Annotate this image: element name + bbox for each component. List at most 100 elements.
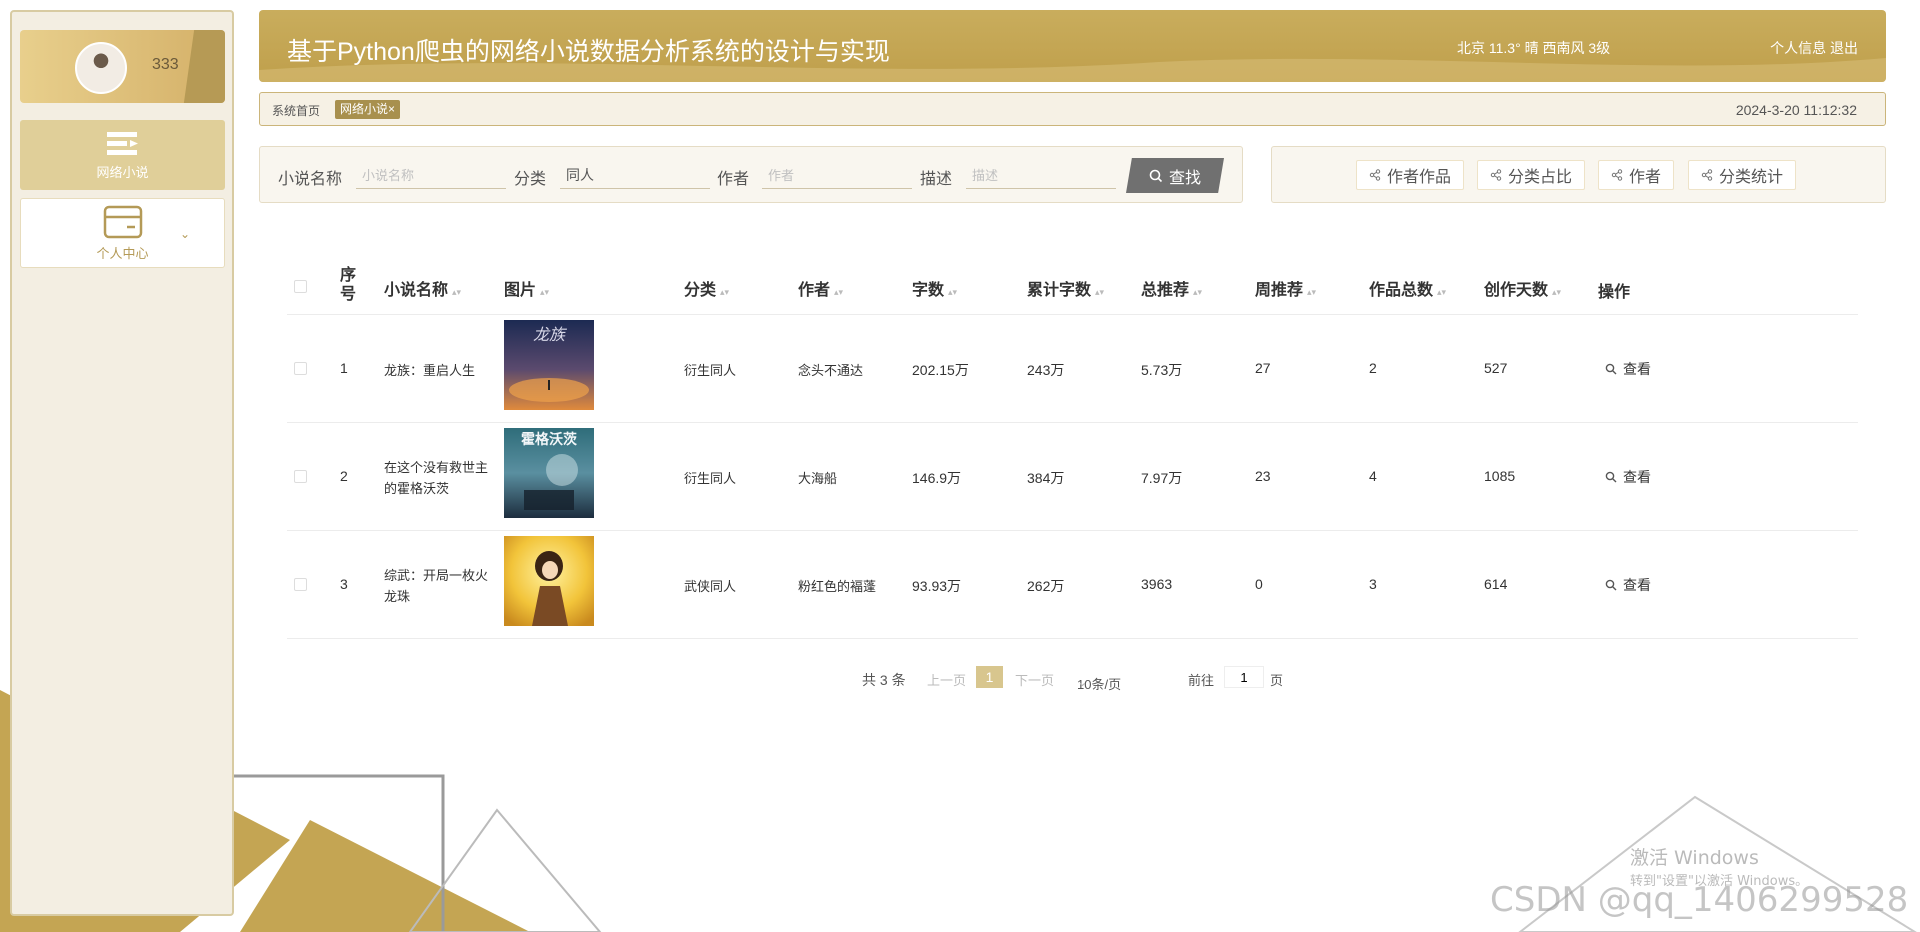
sort-icon[interactable]: ▴▾ bbox=[834, 287, 843, 297]
current-datetime: 2024-3-20 11:12:32 bbox=[1735, 102, 1857, 118]
name-label: 小说名称 bbox=[278, 171, 343, 188]
cell-total-rec: 7.97万 bbox=[1141, 470, 1183, 486]
cell-words: 93.93万 bbox=[912, 578, 962, 594]
category-input[interactable] bbox=[560, 161, 710, 189]
page-suffix: 页 bbox=[1270, 673, 1284, 688]
book-cover-image[interactable]: 霍格沃茨 bbox=[504, 428, 594, 518]
sort-icon[interactable]: ▴▾ bbox=[720, 287, 729, 297]
col-action: 操作 bbox=[1598, 284, 1631, 301]
col-total-words[interactable]: 累计字数 ▴▾ bbox=[1027, 276, 1104, 300]
search-icon bbox=[1605, 471, 1617, 483]
goto-label: 前往 bbox=[1188, 673, 1215, 688]
author-works-button[interactable]: 作者作品 bbox=[1356, 160, 1465, 190]
author-input[interactable] bbox=[762, 161, 912, 189]
desc-label: 描述 bbox=[920, 171, 953, 188]
col-words[interactable]: 字数 ▴▾ bbox=[912, 276, 957, 300]
user-card[interactable]: 333 bbox=[20, 30, 225, 103]
book-cover-image[interactable] bbox=[504, 536, 594, 626]
chevron-down-icon: ⌄ bbox=[1077, 674, 1088, 689]
sort-icon[interactable]: ▴▾ bbox=[540, 287, 549, 297]
cover-title: 龙族 bbox=[533, 325, 568, 344]
category-stats-button[interactable]: 分类统计 bbox=[1688, 160, 1797, 190]
search-panel: 小说名称 分类 作者 描述 查找 bbox=[259, 146, 1243, 203]
cell-days: 1085 bbox=[1484, 468, 1516, 484]
col-total-rec[interactable]: 总推荐 ▴▾ bbox=[1141, 276, 1202, 300]
sort-icon[interactable]: ▴▾ bbox=[1193, 287, 1202, 297]
sidebar-item-label: 个人中心 bbox=[96, 245, 149, 261]
col-days[interactable]: 创作天数 ▴▾ bbox=[1484, 276, 1561, 300]
search-button[interactable]: 查找 bbox=[1126, 158, 1224, 193]
chevron-down-icon[interactable]: ⌄ bbox=[180, 227, 190, 241]
prev-page-button[interactable]: 上一页 bbox=[927, 670, 966, 689]
cell-total-words: 262万 bbox=[1027, 578, 1065, 594]
col-category-label: 分类 bbox=[684, 282, 717, 299]
name-input[interactable] bbox=[356, 161, 506, 189]
sort-icon[interactable]: ▴▾ bbox=[948, 287, 957, 297]
cell-total-words: 243万 bbox=[1027, 362, 1065, 378]
cell-total-rec: 3963 bbox=[1141, 576, 1173, 592]
book-cover-image[interactable]: 龙族 bbox=[504, 320, 594, 410]
current-page[interactable]: 1 bbox=[976, 666, 1003, 688]
cell-days: 527 bbox=[1484, 360, 1508, 376]
col-image[interactable]: 图片 ▴▾ bbox=[504, 276, 549, 300]
view-button-label: 查看 bbox=[1623, 361, 1651, 377]
tab-novels[interactable]: 网络小说× bbox=[335, 100, 401, 119]
view-button-label: 查看 bbox=[1623, 469, 1651, 485]
avatar[interactable] bbox=[75, 42, 127, 94]
app-title: 基于Python爬虫的网络小说数据分析系统的设计与实现 bbox=[287, 38, 890, 66]
cell-total-words: 384万 bbox=[1027, 470, 1065, 486]
col-name[interactable]: 小说名称 ▴▾ bbox=[384, 276, 461, 300]
col-category[interactable]: 分类 ▴▾ bbox=[684, 276, 729, 300]
sort-icon[interactable]: ▴▾ bbox=[1437, 287, 1446, 297]
cell-name: 综武：开局一枚火龙珠 bbox=[384, 568, 489, 604]
goto-page-input[interactable] bbox=[1224, 666, 1264, 688]
cell-days: 614 bbox=[1484, 576, 1508, 592]
cell-author: 念头不通达 bbox=[798, 363, 864, 378]
col-author[interactable]: 作者 ▴▾ bbox=[798, 276, 843, 300]
col-week-rec[interactable]: 周推荐 ▴▾ bbox=[1255, 276, 1316, 300]
row-checkbox[interactable] bbox=[294, 362, 307, 375]
header: 基于Python爬虫的网络小说数据分析系统的设计与实现 北京 11.3° 晴 西… bbox=[259, 10, 1886, 82]
search-icon bbox=[1605, 363, 1617, 375]
view-button[interactable]: 查看 bbox=[1605, 575, 1651, 595]
category-label: 分类 bbox=[514, 171, 547, 188]
desc-input[interactable] bbox=[966, 161, 1116, 189]
cell-category: 武侠同人 bbox=[684, 579, 737, 594]
sort-icon[interactable]: ▴▾ bbox=[1095, 287, 1104, 297]
view-button[interactable]: 查看 bbox=[1605, 467, 1651, 487]
category-ratio-button[interactable]: 分类占比 bbox=[1477, 160, 1586, 190]
cell-index: 1 bbox=[340, 360, 348, 376]
row-checkbox[interactable] bbox=[294, 470, 307, 483]
author-label: 作者 bbox=[717, 171, 750, 188]
sidebar-item-personal-center[interactable]: 个人中心 ⌄ bbox=[20, 198, 225, 268]
table-row: 3 综武：开局一枚火龙珠 武侠同人 粉红色的褔蓬 93.93万 262万 396… bbox=[287, 531, 1858, 639]
view-button[interactable]: 查看 bbox=[1605, 359, 1651, 379]
search-icon bbox=[1149, 169, 1163, 182]
cell-category: 衍生同人 bbox=[684, 363, 737, 378]
col-image-label: 图片 bbox=[504, 282, 537, 299]
sort-icon[interactable]: ▴▾ bbox=[1307, 287, 1316, 297]
col-week-rec-label: 周推荐 bbox=[1255, 282, 1304, 299]
total-count: 共 3 条 bbox=[862, 672, 906, 688]
sort-icon[interactable]: ▴▾ bbox=[1552, 287, 1561, 297]
action-label: 分类统计 bbox=[1719, 169, 1784, 186]
cell-name: 在这个没有救世主的霍格沃茨 bbox=[384, 460, 489, 496]
col-name-label: 小说名称 bbox=[384, 282, 449, 299]
breadcrumb-home[interactable]: 系统首页 bbox=[272, 102, 320, 119]
sidebar-item-novels[interactable]: 网络小说 bbox=[20, 120, 225, 190]
user-links[interactable]: 个人信息 退出 bbox=[1770, 38, 1858, 58]
card-icon bbox=[103, 205, 142, 238]
author-button[interactable]: 作者 bbox=[1598, 160, 1675, 190]
col-words-label: 字数 bbox=[912, 282, 945, 299]
next-page-button[interactable]: 下一页 bbox=[1015, 670, 1054, 689]
action-label: 分类占比 bbox=[1508, 169, 1573, 186]
card-fold-decoration bbox=[183, 30, 225, 103]
row-checkbox[interactable] bbox=[294, 578, 307, 591]
breadcrumb: 系统首页 网络小说× 2024-3-20 11:12:32 bbox=[259, 92, 1886, 126]
col-works[interactable]: 作品总数 ▴▾ bbox=[1369, 276, 1446, 300]
select-all-checkbox[interactable] bbox=[294, 280, 307, 293]
cell-name: 龙族：重启人生 bbox=[384, 363, 476, 378]
col-author-label: 作者 bbox=[798, 282, 831, 299]
sort-icon[interactable]: ▴▾ bbox=[452, 287, 461, 297]
table-row: 1 龙族：重启人生 龙族 衍生同人 念头不通达 202.15万 243万 5.7… bbox=[287, 315, 1858, 423]
